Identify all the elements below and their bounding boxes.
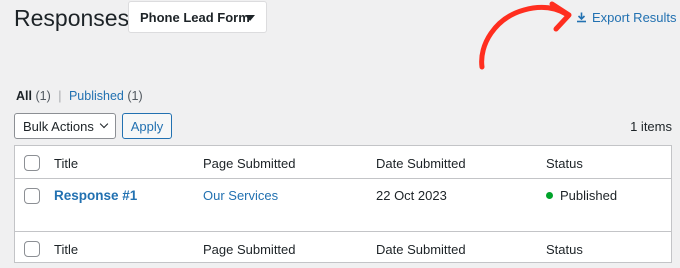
column-header-page-submitted: Page Submitted xyxy=(203,156,296,171)
responses-table: Title Page Submitted Date Submitted Stat… xyxy=(14,145,672,263)
page-submitted-link[interactable]: Our Services xyxy=(203,188,278,203)
status-filter-links: All (1) | Published (1) xyxy=(16,89,143,103)
column-header-title: Title xyxy=(54,156,79,171)
select-all-checkbox[interactable] xyxy=(24,155,40,171)
column-footer-title: Title xyxy=(54,242,79,257)
form-selector-dropdown[interactable]: Phone Lead Form xyxy=(128,1,267,33)
column-footer-status: Status xyxy=(546,242,583,257)
column-header-date-submitted: Date Submitted xyxy=(376,156,466,171)
row-checkbox[interactable] xyxy=(24,188,40,204)
date-submitted: 22 Oct 2023 xyxy=(376,188,447,203)
filter-all[interactable]: All xyxy=(16,89,32,103)
status-label: Published xyxy=(560,188,618,203)
status-cell: Published xyxy=(546,188,617,203)
status-dot-icon xyxy=(546,192,553,199)
response-title-link[interactable]: Response #1 xyxy=(54,188,137,203)
caret-down-icon xyxy=(245,15,255,21)
download-icon xyxy=(577,12,586,23)
bulk-actions-label: Bulk Actions xyxy=(23,118,94,134)
column-footer-page-submitted: Page Submitted xyxy=(203,242,296,257)
filter-published-count: (1) xyxy=(127,89,143,103)
table-row: Response #1 Our Services 22 Oct 2023 Pub… xyxy=(15,179,671,231)
table-header-row: Title Page Submitted Date Submitted Stat… xyxy=(15,146,671,179)
table-footer-row: Title Page Submitted Date Submitted Stat… xyxy=(15,231,671,263)
export-results-label: Export Results xyxy=(592,10,677,25)
form-selector-label: Phone Lead Form xyxy=(140,9,250,25)
items-count: 1 items xyxy=(630,119,672,134)
bulk-actions-select[interactable]: Bulk Actions xyxy=(14,113,116,139)
column-footer-date-submitted: Date Submitted xyxy=(376,242,466,257)
export-results-link[interactable]: Export Results xyxy=(576,10,677,25)
column-header-status: Status xyxy=(546,156,583,171)
filter-all-count: (1) xyxy=(35,89,51,103)
annotation-arrow xyxy=(479,1,572,70)
filter-separator: | xyxy=(58,89,62,103)
chevron-down-icon xyxy=(99,119,109,129)
filter-published[interactable]: Published xyxy=(69,89,124,103)
apply-button[interactable]: Apply xyxy=(122,113,172,139)
select-all-checkbox-footer[interactable] xyxy=(24,241,40,257)
page-title: Responses xyxy=(14,5,130,31)
